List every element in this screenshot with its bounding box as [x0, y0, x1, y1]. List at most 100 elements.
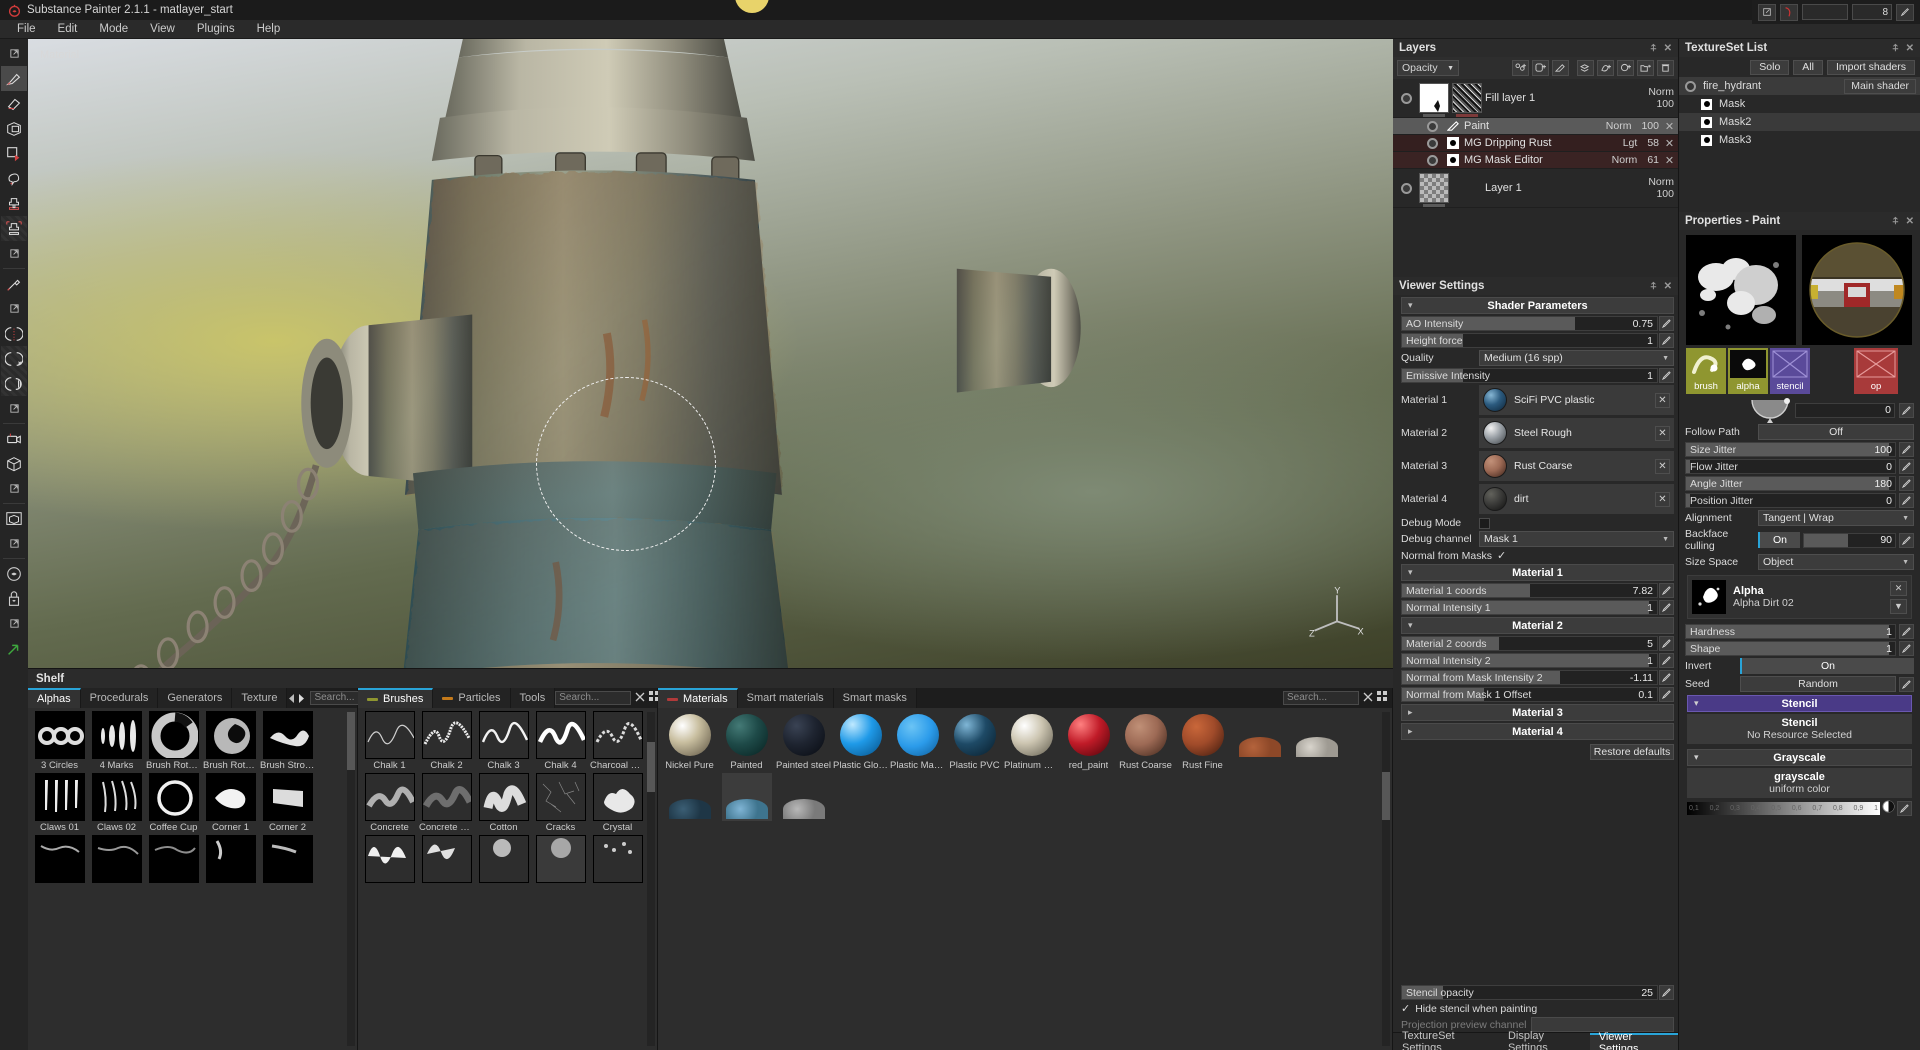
textureset-root-row[interactable]: fire_hydrant Main shader [1679, 77, 1920, 95]
add-fill-layer-icon[interactable] [1577, 60, 1594, 76]
shelf-item[interactable]: Concrete Li... [419, 773, 474, 833]
shelf-item[interactable]: Charcoal Br... [590, 711, 645, 771]
viewer-settings-body[interactable]: ▾ Shader Parameters AO Intensity 0.75 He… [1393, 295, 1678, 985]
alpha-resource-box[interactable]: Alpha Alpha Dirt 02 ✕ ▼ [1687, 575, 1912, 619]
material-1-coords-slider[interactable]: Material 1 coords 7.82 [1401, 583, 1658, 598]
rail-expand-icon-1[interactable] [1, 41, 27, 66]
normal-from-mask-1-offset-slider[interactable]: Normal from Mask 1 Offset 0.1 [1401, 687, 1658, 702]
shelf-item[interactable]: 4 Marks [89, 711, 144, 771]
tab-materials[interactable]: Materials [658, 688, 738, 708]
tool-clone-source-icon[interactable] [1, 216, 27, 241]
material-2-coords-row[interactable]: Material 2 coords 5 [1401, 636, 1674, 651]
knob-value-slider[interactable]: 0 [1795, 403, 1895, 418]
debug-channel-dropdown[interactable]: Mask 1 ▼ [1479, 531, 1674, 547]
properties-float-icon[interactable]: ⍏ [1893, 216, 1899, 227]
position-jitter-slider[interactable]: Position Jitter 0 [1685, 493, 1896, 508]
shelf-item[interactable]: Brush Strok... [260, 711, 315, 771]
float-slider[interactable] [1802, 4, 1848, 20]
shelf-clear-search-icon[interactable] [1363, 691, 1373, 705]
material-slot-2[interactable]: Material 2 Steel Rough ✕ [1401, 418, 1674, 448]
table-row[interactable]: MG Dripping Rust Lgt 58 ✕ [1393, 135, 1678, 152]
shelf-item[interactable]: Chalk 3 [476, 711, 531, 771]
shape-row[interactable]: Shape 1 [1685, 641, 1914, 656]
invert-toggle[interactable]: On [1740, 658, 1914, 674]
edit-pencil-icon[interactable] [1899, 624, 1914, 639]
tile-alpha[interactable]: alpha [1728, 348, 1768, 394]
table-row[interactable]: Fill layer 1 Norm 100 [1393, 79, 1678, 118]
param-debug-mode[interactable]: Debug Mode [1401, 517, 1674, 529]
seed-row[interactable]: Seed Random [1685, 676, 1914, 692]
shelf-item[interactable] [476, 835, 531, 884]
rail-expand-icon-2[interactable] [1, 241, 27, 266]
environment-preview[interactable] [1802, 235, 1912, 345]
backface-culling-toggle[interactable]: On [1758, 532, 1800, 548]
material-3-box[interactable]: Rust Coarse ✕ [1479, 451, 1674, 481]
tool-eyedropper-icon[interactable] [1, 271, 27, 296]
position-jitter-row[interactable]: Position Jitter 0 [1685, 493, 1914, 508]
normal-intensity-2-slider[interactable]: Normal Intensity 2 1 [1401, 653, 1658, 668]
edit-pencil-icon[interactable] [1899, 403, 1914, 418]
float-detach-icon[interactable] [1758, 4, 1776, 21]
edit-pencil-icon[interactable] [1659, 583, 1674, 598]
tool-bake-icon[interactable] [1, 506, 27, 531]
param-quality[interactable]: Quality Medium (16 spp) ▼ [1401, 350, 1674, 366]
edit-pencil-icon[interactable] [1659, 636, 1674, 651]
tile-brush[interactable]: brush [1686, 348, 1726, 394]
delete-layer-icon[interactable] [1657, 60, 1674, 76]
textureset-visibility-toggle[interactable] [1685, 81, 1696, 92]
angle-jitter-row[interactable]: Angle Jitter 180 [1685, 476, 1914, 491]
ao-intensity-slider[interactable]: AO Intensity 0.75 [1401, 316, 1658, 331]
shelf-scrollbar-materials[interactable] [1382, 712, 1390, 1046]
paint-mask-icon[interactable] [1552, 60, 1569, 76]
normal-intensity-2-row[interactable]: Normal Intensity 2 1 [1401, 653, 1674, 668]
size-space-row[interactable]: Size Space Object ▼ [1685, 554, 1914, 570]
layer-visibility-toggle[interactable] [1419, 138, 1445, 149]
shelf-item[interactable]: Rust Coarse [1118, 711, 1173, 771]
hide-stencil-checkbox[interactable]: ✓ [1401, 1002, 1410, 1015]
invert-row[interactable]: Invert On [1685, 658, 1914, 674]
normal-from-mask-1-offset-row[interactable]: Normal from Mask 1 Offset 0.1 [1401, 687, 1674, 702]
emissive-intensity-slider[interactable]: Emissive Intensity 1 [1401, 368, 1658, 383]
menu-help[interactable]: Help [246, 21, 292, 37]
shelf-search-brushes[interactable]: Search... [555, 691, 631, 705]
tool-symmetry-icon[interactable] [1, 321, 27, 346]
edit-pencil-icon[interactable] [1899, 442, 1914, 457]
layers-close-icon[interactable]: ✕ [1664, 43, 1672, 54]
size-jitter-slider[interactable]: Size Jitter 100 [1685, 442, 1896, 457]
tab-viewer-settings[interactable]: Viewer Settings [1590, 1033, 1678, 1050]
tool-polygon-fill-icon[interactable] [1, 141, 27, 166]
shelf-item[interactable]: Platinum Pure [1004, 711, 1059, 771]
shelf-item[interactable]: 3 Circles [32, 711, 87, 771]
shelf-item[interactable] [590, 835, 645, 884]
grayscale-resource-box[interactable]: grayscale uniform color [1687, 768, 1912, 798]
rail-expand-icon-7[interactable] [1, 611, 27, 636]
shelf-item[interactable]: Plastic Matt... [890, 711, 945, 771]
material-1-box[interactable]: SciFi PVC plastic ✕ [1479, 385, 1674, 415]
shelf-item[interactable]: Chalk 1 [362, 711, 417, 771]
layer-remove-icon[interactable]: ✕ [1663, 154, 1676, 167]
shelf-item[interactable] [419, 835, 474, 884]
material-3-clear-icon[interactable]: ✕ [1655, 459, 1670, 474]
alpha-clear-icon[interactable]: ✕ [1890, 581, 1907, 596]
hardness-row[interactable]: Hardness 1 [1685, 624, 1914, 639]
material-1-coords-row[interactable]: Material 1 coords 7.82 [1401, 583, 1674, 598]
tab-alphas[interactable]: Alphas [28, 688, 81, 708]
tool-projection-icon[interactable] [1, 116, 27, 141]
shelf-item[interactable] [719, 773, 774, 822]
debug-mode-checkbox[interactable] [1479, 518, 1490, 529]
add-mask-icon[interactable] [1532, 60, 1549, 76]
properties-close-icon[interactable]: ✕ [1906, 216, 1914, 227]
shelf-item[interactable] [146, 835, 201, 884]
solo-button[interactable]: Solo [1750, 60, 1789, 75]
shelf-item[interactable] [89, 835, 144, 884]
shelf-item[interactable]: Brush Rotat... [146, 711, 201, 771]
material-1-group-header[interactable]: ▾ Material 1 [1401, 564, 1674, 581]
menu-edit[interactable]: Edit [47, 21, 89, 37]
shelf-item[interactable]: red_paint [1061, 711, 1116, 771]
tab-textureset-settings[interactable]: TextureSet Settings [1393, 1033, 1499, 1050]
rail-expand-icon-4[interactable] [1, 396, 27, 421]
layer-thumbnail[interactable] [1419, 83, 1449, 113]
follow-path-button[interactable]: Off [1758, 424, 1914, 440]
tab-smart-materials[interactable]: Smart materials [738, 688, 834, 708]
shelf-item[interactable]: Claws 01 [32, 773, 87, 833]
